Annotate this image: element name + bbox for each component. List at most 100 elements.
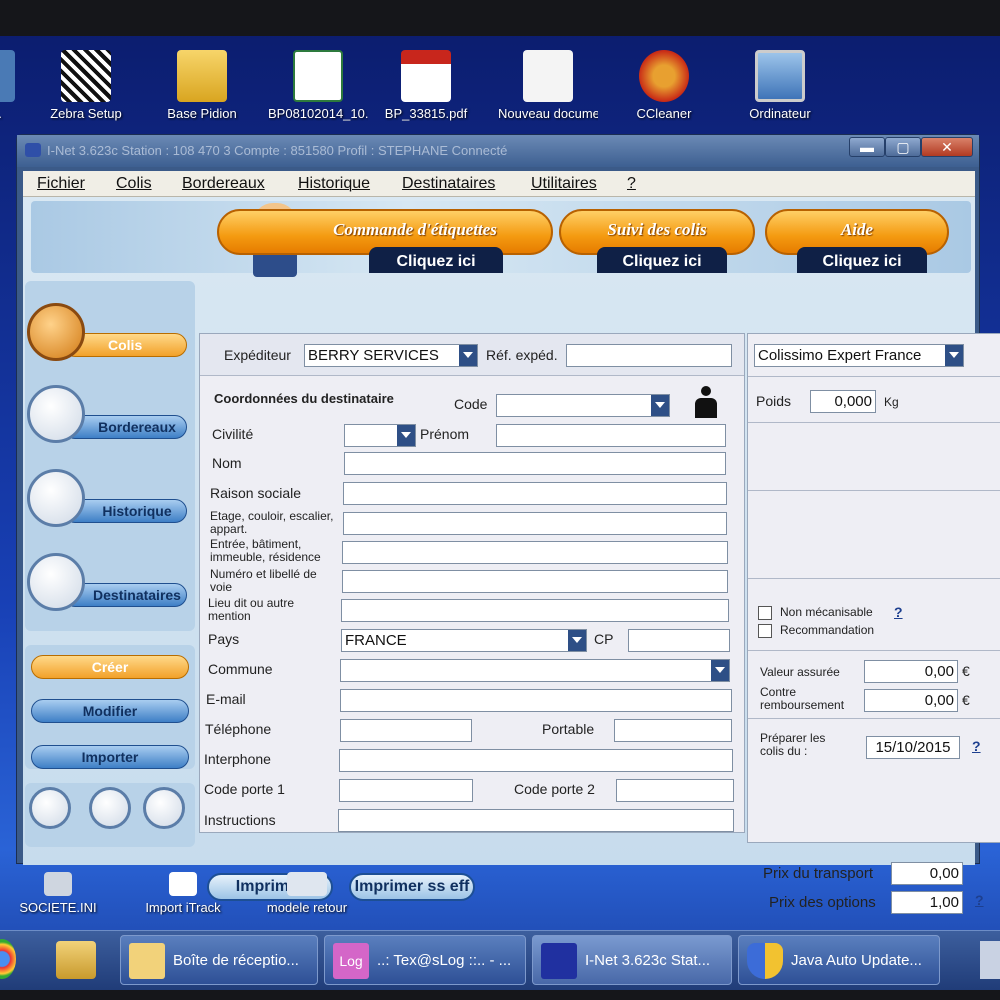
lieu-dit-label: Lieu dit ou autre mention bbox=[208, 596, 295, 623]
help-link[interactable]: ? bbox=[972, 738, 981, 754]
civilite-select[interactable] bbox=[344, 424, 416, 447]
raison-sociale-input[interactable] bbox=[343, 482, 727, 505]
desktop-icon-excel[interactable]: BP08102014_10... bbox=[268, 50, 368, 121]
desktop-icon-label: CCleaner bbox=[636, 106, 692, 121]
prenom-input[interactable] bbox=[496, 424, 726, 447]
desktop-icon-pdf[interactable]: BP_33815.pdf bbox=[376, 50, 476, 121]
desktop-icon-zebra-setup[interactable]: Zebra Setup bbox=[36, 50, 136, 121]
tray-icon[interactable] bbox=[980, 941, 1000, 979]
ini-file-icon bbox=[44, 872, 72, 896]
desktop-icon-societe-ini[interactable]: SOCIETE.INI bbox=[6, 872, 110, 915]
euro-symbol: € bbox=[962, 692, 970, 708]
desktop-icon-ordinateur[interactable]: Ordinateur bbox=[730, 50, 830, 121]
document-icon[interactable] bbox=[143, 787, 185, 829]
telephone-label: Téléphone bbox=[205, 721, 272, 737]
help-link[interactable]: ? bbox=[975, 892, 984, 908]
importer-button[interactable]: Importer bbox=[31, 745, 189, 769]
menu-fichier[interactable]: Fichier bbox=[37, 175, 85, 193]
taskbar-inet[interactable]: I-Net 3.623c Stat... bbox=[532, 935, 732, 985]
email-input[interactable] bbox=[340, 689, 732, 712]
chrome-icon[interactable] bbox=[0, 939, 16, 979]
taskbar-label: I-Net 3.623c Stat... bbox=[585, 952, 711, 969]
shipping-options-panel: Colissimo Expert France Poids 0,000 Kg N… bbox=[747, 333, 1000, 843]
menu-destinataires[interactable]: Destinataires bbox=[402, 175, 495, 193]
suivi-colis-cliquez[interactable]: Cliquez ici bbox=[597, 247, 727, 273]
explorer-icon[interactable] bbox=[56, 941, 96, 979]
recommandation-checkbox[interactable] bbox=[758, 624, 772, 638]
portable-input[interactable] bbox=[614, 719, 732, 742]
entree-input[interactable] bbox=[342, 541, 728, 564]
lieu-dit-input[interactable] bbox=[341, 599, 729, 622]
desktop-icon-label: Ordinateur bbox=[749, 106, 811, 121]
chevron-down-icon bbox=[945, 345, 963, 366]
code-select[interactable] bbox=[496, 394, 670, 417]
portable-label: Portable bbox=[542, 721, 595, 737]
texslog-icon: Log bbox=[333, 943, 369, 980]
document-icon bbox=[287, 872, 327, 896]
menu-colis[interactable]: Colis bbox=[116, 175, 152, 193]
desktop-icon-base-pidion[interactable]: Base Pidion bbox=[152, 50, 252, 121]
expediteur-select[interactable]: BERRY SERVICES bbox=[304, 344, 478, 367]
taskbar-label: Boîte de réceptio... bbox=[173, 952, 299, 969]
pays-select[interactable]: FRANCE bbox=[341, 629, 587, 652]
inet-icon bbox=[541, 943, 577, 980]
imprimer-ss-eff-button[interactable]: Imprimer ss eff bbox=[349, 873, 475, 901]
recipient-form: Expéditeur BERRY SERVICES Réf. expéd. Co… bbox=[199, 333, 745, 833]
nom-input[interactable] bbox=[344, 452, 726, 475]
numero-voie-input[interactable] bbox=[342, 570, 728, 593]
contre-remboursement-label: Contre remboursement bbox=[760, 685, 845, 712]
aide-cliquez[interactable]: Cliquez ici bbox=[797, 247, 927, 273]
divider bbox=[748, 422, 1000, 423]
menu-historique[interactable]: Historique bbox=[298, 175, 370, 193]
instructions-input[interactable] bbox=[338, 809, 734, 832]
creer-button[interactable]: Créer bbox=[31, 655, 189, 679]
maximize-button[interactable]: ▢ bbox=[885, 137, 921, 157]
chevron-down-icon bbox=[397, 425, 415, 446]
tools-icon[interactable] bbox=[89, 787, 131, 829]
civilite-label: Civilité bbox=[212, 426, 254, 442]
taskbar-texslog[interactable]: Log ..: Tex@sLog ::.. - ... bbox=[324, 935, 526, 985]
telephone-input[interactable] bbox=[340, 719, 472, 742]
help-link[interactable]: ? bbox=[894, 604, 903, 620]
etage-input[interactable] bbox=[343, 512, 727, 535]
email-label: E-mail bbox=[206, 691, 246, 707]
commune-select[interactable] bbox=[340, 659, 730, 682]
menu-help[interactable]: ? bbox=[627, 175, 636, 193]
desktop-icon-import-itrack[interactable]: Import iTrack bbox=[128, 872, 238, 915]
cp-input[interactable] bbox=[628, 629, 730, 652]
date-input[interactable]: 15/10/2015 bbox=[866, 736, 960, 759]
folder-icon bbox=[177, 50, 227, 102]
user-profile-icon[interactable] bbox=[29, 787, 71, 829]
taskbar-java-update[interactable]: Java Auto Update... bbox=[738, 935, 940, 985]
service-select[interactable]: Colissimo Expert France bbox=[754, 344, 964, 367]
menu-bordereaux[interactable]: Bordereaux bbox=[182, 175, 265, 193]
ref-exped-input[interactable] bbox=[566, 344, 732, 367]
desktop-icon-ccleaner[interactable]: CCleaner bbox=[614, 50, 714, 121]
commune-label: Commune bbox=[208, 661, 273, 677]
desktop-icon-modele-retour[interactable]: modele retour bbox=[252, 872, 362, 915]
close-button[interactable]: ✕ bbox=[921, 137, 973, 157]
numero-voie-label: Numéro et libellé de voie bbox=[210, 567, 317, 594]
poids-input[interactable]: 0,000 bbox=[810, 390, 876, 413]
modifier-button[interactable]: Modifier bbox=[31, 699, 189, 723]
desktop-icon-nouveau-document[interactable]: Nouveau document bbox=[498, 50, 598, 121]
monitor-bezel-top bbox=[0, 0, 1000, 36]
address-book-icon bbox=[27, 553, 85, 611]
banner: Commande d'étiquettes Cliquez ici Suivi … bbox=[31, 201, 971, 277]
desktop-icon-app[interactable]: B-... bbox=[0, 50, 40, 121]
valeur-assuree-input[interactable]: 0,00 bbox=[864, 660, 958, 683]
contre-remboursement-input[interactable]: 0,00 bbox=[864, 689, 958, 712]
taskbar-outlook[interactable]: Boîte de réceptio... bbox=[120, 935, 318, 985]
service-value: Colissimo Expert France bbox=[758, 347, 922, 364]
non-mecanisable-checkbox[interactable] bbox=[758, 606, 772, 620]
minimize-button[interactable]: ▬ bbox=[849, 137, 885, 157]
interphone-input[interactable] bbox=[339, 749, 733, 772]
commande-etiquettes-cliquez[interactable]: Cliquez ici bbox=[369, 247, 503, 273]
person-icon[interactable] bbox=[694, 386, 718, 420]
code-porte-1-input[interactable] bbox=[339, 779, 473, 802]
code-porte-2-input[interactable] bbox=[616, 779, 734, 802]
interphone-label: Interphone bbox=[204, 751, 271, 767]
window-titlebar[interactable]: I-Net 3.623c Station : 108 470 3 Compte … bbox=[17, 135, 979, 167]
menu-utilitaires[interactable]: Utilitaires bbox=[531, 175, 597, 193]
outlook-icon bbox=[129, 943, 165, 980]
